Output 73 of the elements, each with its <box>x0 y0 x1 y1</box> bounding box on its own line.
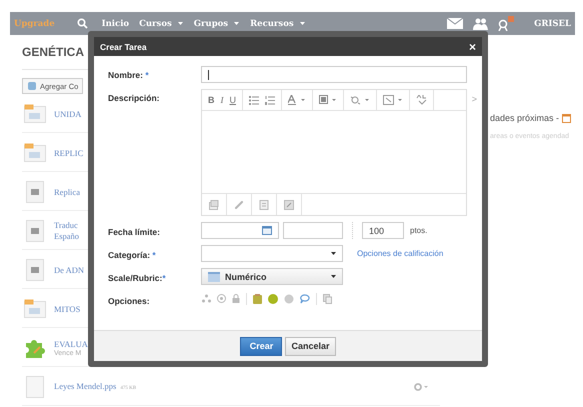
highlight-color-icon[interactable] <box>319 95 337 105</box>
field-label: Scale/Rubric:* <box>108 272 167 285</box>
format-button[interactable]: U <box>230 95 236 105</box>
item-title[interactable]: Replica <box>54 186 80 198</box>
search-icon[interactable] <box>76 18 88 29</box>
list-icon <box>208 272 220 282</box>
circle-icon[interactable] <box>284 294 294 304</box>
presentation-file-icon <box>24 143 46 163</box>
item-title[interactable]: Traduc Españo <box>54 220 80 242</box>
tag-icon[interactable] <box>253 294 262 304</box>
points-unit: ptos. <box>410 226 428 235</box>
grading-options-link[interactable]: Opciones de calificación <box>357 249 444 258</box>
file-icon <box>24 376 46 398</box>
document-icon[interactable] <box>259 200 269 210</box>
envelope-icon[interactable] <box>447 18 464 29</box>
numbered-list-icon[interactable] <box>265 96 275 104</box>
text-color-icon[interactable] <box>288 95 306 105</box>
item-title[interactable]: EVALUA <box>54 339 88 350</box>
presentation-file-icon <box>24 299 46 319</box>
field-label: Fecha límite: <box>108 226 161 239</box>
nav-menu-item[interactable]: Recursos <box>250 18 306 28</box>
puzzle-piece-icon <box>24 337 46 359</box>
target-icon[interactable] <box>217 294 226 303</box>
symbol-icon[interactable] <box>350 95 370 105</box>
document-icon <box>24 259 46 281</box>
format-button[interactable]: B <box>208 95 214 105</box>
group-icon[interactable] <box>202 294 211 303</box>
scale-select[interactable]: Numérico <box>201 268 343 285</box>
bulleted-list-icon[interactable] <box>249 96 259 104</box>
format-button[interactable]: I <box>220 95 224 105</box>
copy-icon[interactable] <box>323 294 332 304</box>
calendar-icon[interactable] <box>262 226 272 235</box>
course-title: GENÉTICA <box>22 45 84 61</box>
time-input-field[interactable] <box>283 222 343 239</box>
field-label: Opciones: <box>108 295 151 306</box>
nav-menu-item[interactable]: Cursos <box>139 18 184 28</box>
user-name[interactable]: GRISEL <box>534 18 571 28</box>
calendar-icon[interactable] <box>562 114 572 122</box>
people-icon[interactable] <box>473 18 488 30</box>
points-input-field[interactable]: 100 <box>362 222 404 239</box>
nav-menu-item[interactable]: Inicio <box>102 18 130 28</box>
document-icon <box>24 220 46 242</box>
caret-icon <box>331 275 336 278</box>
field-label: Categoría: * <box>108 249 157 262</box>
spellcheck-icon[interactable] <box>416 95 427 105</box>
item-title[interactable]: De ADN <box>54 264 84 276</box>
caret-icon <box>331 252 336 255</box>
cancel-button[interactable]: Cancelar <box>285 336 336 356</box>
create-button[interactable]: Crear <box>240 336 282 356</box>
upcoming-title: dades próximas - <box>490 113 560 123</box>
dialog-title: Crear Tarea <box>100 42 147 52</box>
image-icon[interactable] <box>209 200 219 210</box>
date-input-field[interactable] <box>201 222 279 239</box>
lock-icon[interactable] <box>232 294 240 303</box>
item-title[interactable]: UNIDA <box>54 108 82 120</box>
nav-menu-item[interactable]: Grupos <box>194 18 240 28</box>
document-icon <box>24 181 46 203</box>
award-icon[interactable] <box>498 16 514 31</box>
category-select[interactable] <box>201 245 343 262</box>
close-button[interactable]: × <box>468 40 476 52</box>
embed-icon[interactable] <box>383 95 403 105</box>
link-icon[interactable] <box>234 200 244 210</box>
field-label: Descripción: <box>108 92 160 105</box>
item-title[interactable]: REPLIC <box>54 148 84 158</box>
item-title[interactable]: MITOS <box>54 304 80 314</box>
presentation-file-icon <box>24 104 46 124</box>
puzzle-icon <box>27 81 37 91</box>
speech-bubble-icon[interactable] <box>300 294 310 304</box>
more-tools-button[interactable]: > <box>472 94 477 104</box>
circle-icon[interactable] <box>268 294 278 304</box>
field-label: Nombre: * <box>108 69 150 82</box>
name-input-field[interactable] <box>201 66 467 83</box>
media-icon[interactable] <box>284 200 294 210</box>
